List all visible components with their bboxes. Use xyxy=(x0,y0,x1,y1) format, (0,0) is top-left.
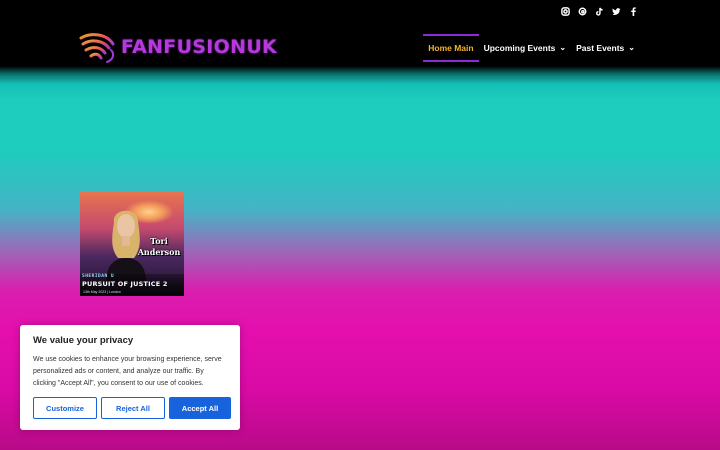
guest-card[interactable]: Tori Anderson SHERIDAN U PURSUIT OF JUST… xyxy=(80,192,184,296)
cookie-title: We value your privacy xyxy=(33,335,134,346)
guest-name: Tori Anderson xyxy=(137,236,181,258)
event-series: SHERIDAN U xyxy=(82,274,115,279)
accept-all-button[interactable]: Accept All xyxy=(169,397,231,419)
facebook-icon[interactable] xyxy=(629,6,638,17)
nav-label: Home Main xyxy=(428,43,474,53)
nav-label: Upcoming Events xyxy=(483,43,556,53)
nav-upcoming-events[interactable]: Upcoming Events ⌄ xyxy=(479,34,572,62)
cookie-banner: We value your privacy We use cookies to … xyxy=(20,325,240,430)
guest-last-name: Anderson xyxy=(137,247,181,257)
instagram-icon[interactable] xyxy=(561,6,570,17)
tiktok-icon[interactable] xyxy=(595,6,604,17)
nav-label: Past Events xyxy=(576,43,625,53)
chevron-down-icon: ⌄ xyxy=(559,42,567,52)
logo-swirl-icon xyxy=(79,33,115,63)
guest-first-name: Tori xyxy=(150,236,168,246)
social-links xyxy=(561,6,638,17)
chevron-down-icon: ⌄ xyxy=(628,42,635,52)
event-meta: 13th May 2023 | London xyxy=(83,290,121,294)
cookie-buttons: Customize Reject All Accept All xyxy=(33,397,231,419)
reject-all-button[interactable]: Reject All xyxy=(101,397,165,419)
main-nav: Home Main Upcoming Events ⌄ Past Events … xyxy=(423,34,640,62)
event-title: PURSUIT OF JUSTICE 2 xyxy=(82,280,168,288)
customize-button[interactable]: Customize xyxy=(33,397,97,419)
threads-icon[interactable] xyxy=(578,6,587,17)
site-logo[interactable]: FANFUSIONUK xyxy=(77,30,277,64)
twitter-icon[interactable] xyxy=(612,6,621,17)
nav-home-main[interactable]: Home Main xyxy=(423,34,479,62)
cookie-body: We use cookies to enhance your browsing … xyxy=(33,356,222,387)
logo-text: FANFUSIONUK xyxy=(121,36,278,58)
nav-past-events[interactable]: Past Events ⌄ xyxy=(571,34,640,62)
